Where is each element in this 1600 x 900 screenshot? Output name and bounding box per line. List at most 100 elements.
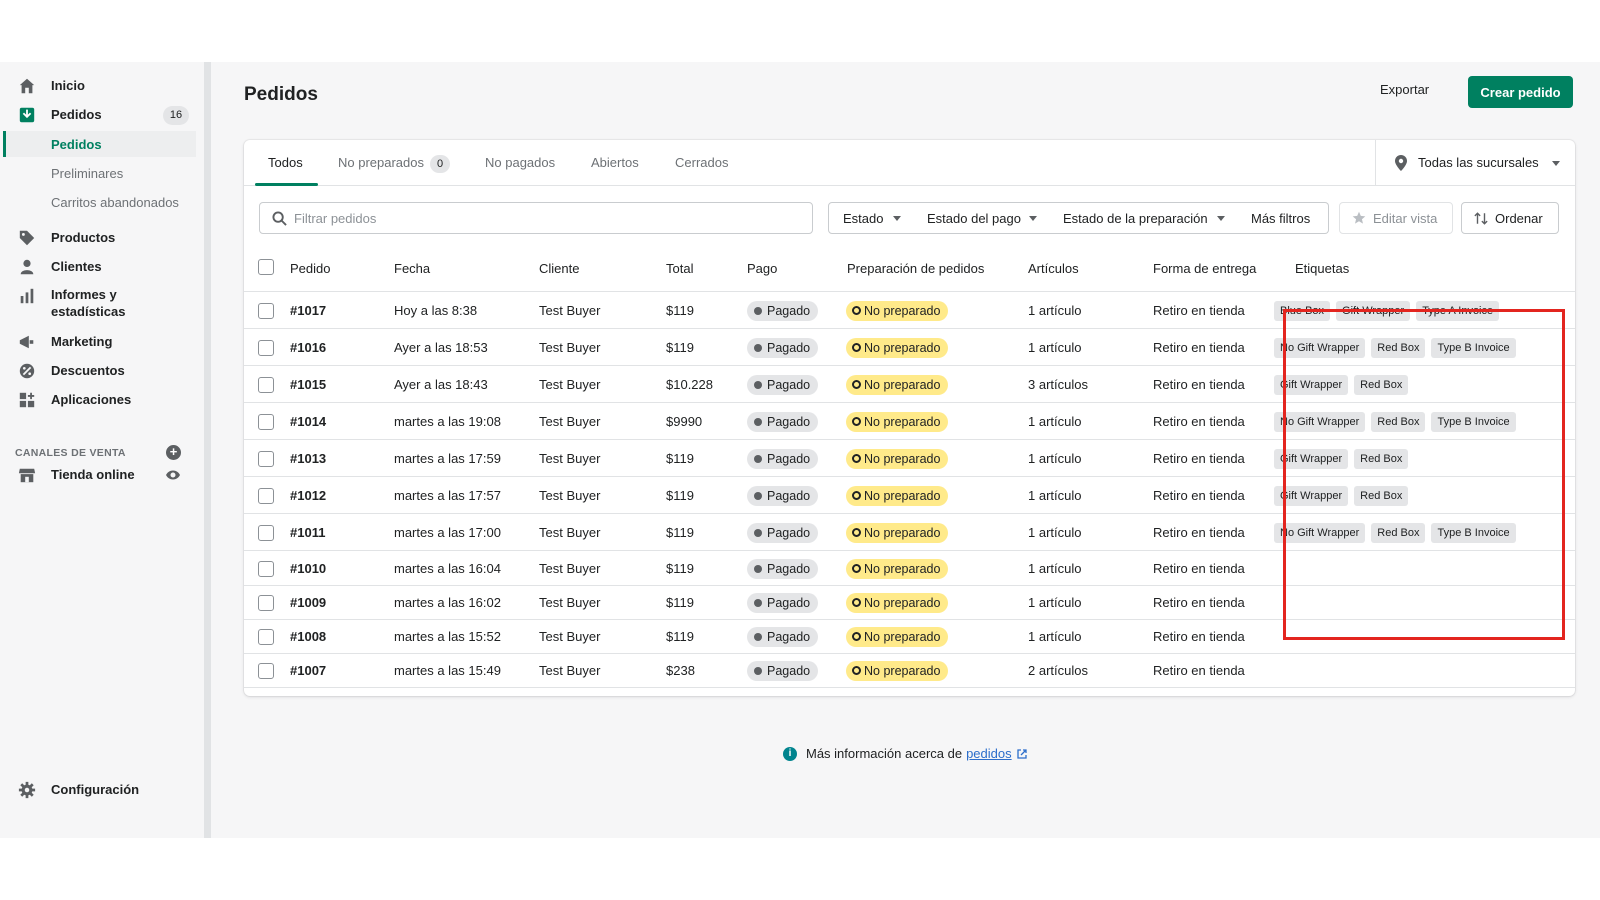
row-checkbox[interactable] bbox=[258, 303, 274, 319]
tab-no-pagados[interactable]: No pagados bbox=[485, 155, 555, 170]
page-title: Pedidos bbox=[244, 84, 318, 105]
sidebar-item-inicio[interactable]: Inicio bbox=[0, 72, 196, 100]
location-pin-icon bbox=[1395, 155, 1407, 171]
order-total: $9990 bbox=[666, 414, 703, 429]
order-items: 1 artículo bbox=[1028, 595, 1082, 610]
row-checkbox[interactable] bbox=[258, 414, 274, 430]
order-customer: Test Buyer bbox=[539, 303, 601, 318]
row-checkbox[interactable] bbox=[258, 525, 274, 541]
order-id[interactable]: #1009 bbox=[290, 595, 326, 610]
order-total: $119 bbox=[666, 340, 694, 355]
select-all-checkbox[interactable] bbox=[258, 259, 274, 275]
sidebar-item-informes[interactable]: Informes y estadísticas bbox=[0, 282, 196, 319]
payment-status-badge: Pagado bbox=[747, 523, 819, 543]
tab-todos[interactable]: Todos bbox=[268, 155, 303, 170]
sidebar-scrollbar[interactable] bbox=[204, 62, 211, 838]
orders-help-link[interactable]: pedidos bbox=[966, 746, 1012, 761]
sidebar-item-pedidos[interactable]: Pedidos 16 bbox=[0, 101, 196, 129]
filter-orders-search[interactable] bbox=[259, 202, 813, 234]
filter-estado-pago-button[interactable]: Estado del pago bbox=[913, 202, 1050, 234]
sort-button[interactable]: Ordenar bbox=[1461, 202, 1559, 234]
filter-estado-button[interactable]: Estado bbox=[828, 202, 914, 234]
table-row[interactable]: #1007 martes a las 15:49 Test Buyer $238 Pag… bbox=[244, 654, 1575, 688]
row-checkbox[interactable] bbox=[258, 340, 274, 356]
order-items: 1 artículo bbox=[1028, 561, 1082, 576]
sidebar-subitem-pedidos[interactable]: Pedidos bbox=[3, 131, 196, 157]
column-header: Preparación de pedidos bbox=[847, 261, 985, 276]
order-id[interactable]: #1015 bbox=[290, 377, 326, 392]
order-delivery: Retiro en tienda bbox=[1153, 525, 1245, 540]
orders-icon bbox=[19, 107, 35, 123]
order-items: 1 artículo bbox=[1028, 525, 1082, 540]
order-items: 1 artículo bbox=[1028, 629, 1082, 644]
more-filters-button[interactable]: Más filtros bbox=[1237, 202, 1329, 234]
order-customer: Test Buyer bbox=[539, 525, 601, 540]
export-button[interactable]: Exportar bbox=[1380, 82, 1429, 97]
discount-icon bbox=[19, 363, 35, 379]
order-id[interactable]: #1014 bbox=[290, 414, 326, 429]
sidebar-item-descuentos[interactable]: Descuentos bbox=[0, 357, 196, 385]
payment-status-badge: Pagado bbox=[747, 301, 819, 321]
sidebar-item-label: Productos bbox=[51, 230, 116, 245]
create-order-button[interactable]: Crear pedido bbox=[1468, 76, 1573, 108]
order-id[interactable]: #1011 bbox=[290, 525, 325, 540]
sidebar-item-tienda-online[interactable]: Tienda online bbox=[0, 461, 196, 489]
eye-icon[interactable] bbox=[165, 469, 181, 481]
sidebar-subitem-carritos[interactable]: Carritos abandonados bbox=[3, 189, 196, 215]
order-total: $119 bbox=[666, 629, 694, 644]
order-id[interactable]: #1012 bbox=[290, 488, 326, 503]
sidebar-item-configuracion[interactable]: Configuración bbox=[0, 776, 196, 804]
tag-icon bbox=[19, 230, 35, 246]
sidebar-item-label: Configuración bbox=[51, 782, 140, 797]
sidebar-item-clientes[interactable]: Clientes bbox=[0, 253, 196, 281]
tab-cerrados[interactable]: Cerrados bbox=[675, 155, 728, 170]
sidebar-item-aplicaciones[interactable]: Aplicaciones bbox=[0, 386, 196, 414]
order-id[interactable]: #1010 bbox=[290, 561, 326, 576]
order-items: 1 artículo bbox=[1028, 414, 1082, 429]
order-total: $119 bbox=[666, 451, 694, 466]
megaphone-icon bbox=[19, 335, 34, 349]
payment-status-badge: Pagado bbox=[747, 338, 819, 358]
sidebar-item-productos[interactable]: Productos bbox=[0, 224, 196, 252]
order-id[interactable]: #1016 bbox=[290, 340, 326, 355]
row-checkbox[interactable] bbox=[258, 629, 274, 645]
tab-no-preparados[interactable]: No preparados 0 bbox=[338, 155, 450, 173]
row-checkbox[interactable] bbox=[258, 451, 274, 467]
order-date: martes a las 15:49 bbox=[394, 663, 501, 678]
row-checkbox[interactable] bbox=[258, 488, 274, 504]
row-checkbox[interactable] bbox=[258, 663, 274, 679]
payment-status-badge: Pagado bbox=[747, 593, 819, 613]
sidebar-item-label: Clientes bbox=[51, 259, 102, 274]
filter-label: Estado de la preparación bbox=[1063, 211, 1208, 226]
payment-status-badge: Pagado bbox=[747, 559, 819, 579]
search-input[interactable] bbox=[294, 209, 794, 227]
order-items: 1 artículo bbox=[1028, 303, 1082, 318]
fulfillment-status-badge: No preparado bbox=[846, 486, 949, 506]
order-customer: Test Buyer bbox=[539, 629, 601, 644]
order-total: $238 bbox=[666, 663, 695, 678]
row-checkbox[interactable] bbox=[258, 377, 274, 393]
person-icon bbox=[20, 259, 34, 275]
add-channel-icon[interactable]: + bbox=[166, 445, 181, 460]
tab-count-badge: 0 bbox=[430, 155, 450, 173]
column-header: Forma de entrega bbox=[1153, 261, 1257, 276]
branch-selector[interactable]: Todas las sucursales bbox=[1375, 140, 1575, 186]
sidebar-item-marketing[interactable]: Marketing bbox=[0, 328, 196, 356]
order-customer: Test Buyer bbox=[539, 451, 601, 466]
order-date: Hoy a las 8:38 bbox=[394, 303, 478, 318]
row-checkbox[interactable] bbox=[258, 561, 274, 577]
order-id[interactable]: #1013 bbox=[290, 451, 326, 466]
sidebar-subitem-preliminares[interactable]: Preliminares bbox=[3, 160, 196, 186]
order-id[interactable]: #1007 bbox=[290, 663, 326, 678]
filter-estado-preparacion-button[interactable]: Estado de la preparación bbox=[1049, 202, 1238, 234]
sidebar-item-label: Marketing bbox=[51, 334, 113, 349]
info-footer: i Más información acerca de pedidos bbox=[783, 746, 1027, 761]
order-delivery: Retiro en tienda bbox=[1153, 377, 1245, 392]
tab-abiertos[interactable]: Abiertos bbox=[591, 155, 639, 170]
edit-view-button[interactable]: Editar vista bbox=[1339, 202, 1453, 234]
order-date: martes a las 16:02 bbox=[394, 595, 501, 610]
order-id[interactable]: #1017 bbox=[290, 303, 326, 318]
order-total: $119 bbox=[666, 595, 694, 610]
order-id[interactable]: #1008 bbox=[290, 629, 326, 644]
row-checkbox[interactable] bbox=[258, 595, 274, 611]
